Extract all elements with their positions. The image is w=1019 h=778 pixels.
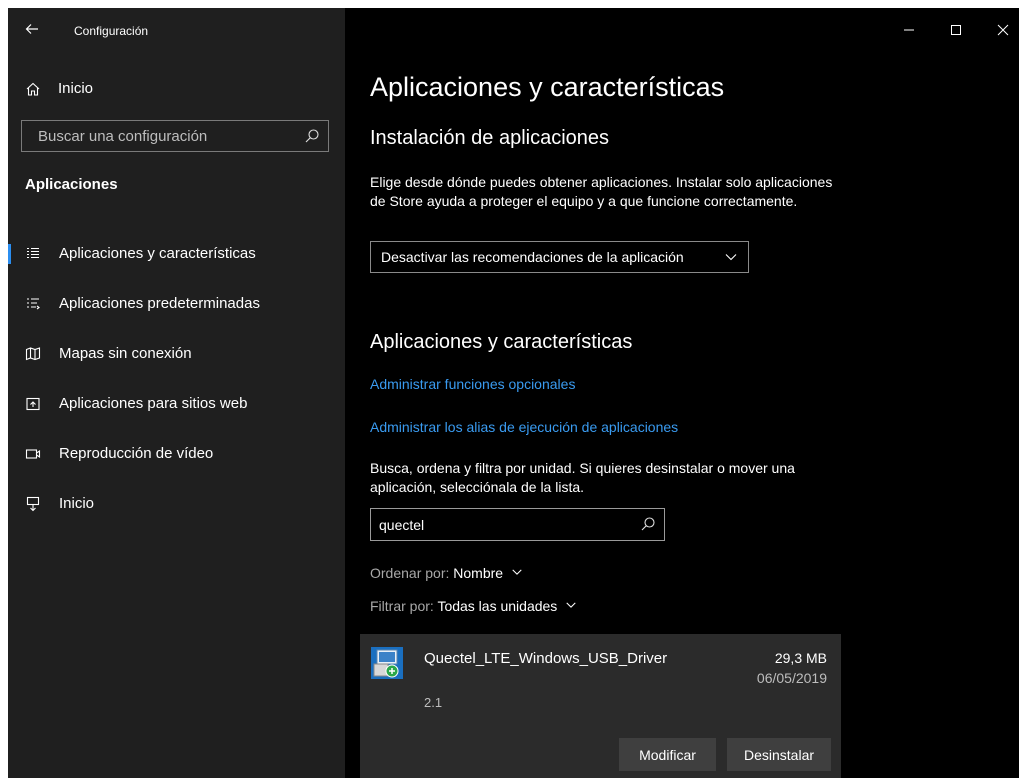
chevron-down-icon [725,254,737,261]
manage-app-alias-link[interactable]: Administrar los alias de ejecución de ap… [370,419,678,435]
manage-optional-features-link[interactable]: Administrar funciones opcionales [370,376,575,392]
apps-section-description: Busca, ordena y filtra por unidad. Si qu… [370,460,795,495]
close-icon [997,24,1009,36]
chevron-down-icon [512,569,522,575]
sidebar-home-label: Inicio [58,80,94,97]
sidebar-item-label: Reproducción de vídeo [59,445,214,462]
app-version: 2.1 [424,695,443,710]
sidebar-item-label: Aplicaciones predeterminadas [59,295,260,312]
filter-by-selector[interactable]: Filtrar por: Todas las unidades [370,598,577,614]
arrow-left-icon [25,24,38,34]
back-button[interactable] [25,22,39,40]
sidebar-section-heading: Aplicaciones [25,176,118,193]
app-search [370,508,665,541]
sort-value: Nombre [453,565,504,581]
sidebar-item-label: Inicio [59,495,95,512]
dropdown-value: Desactivar las recomendaciones de la apl… [381,249,684,265]
web-apps-icon [26,397,40,411]
selection-indicator [8,244,11,264]
sort-by-selector[interactable]: Ordenar por: Nombre [370,565,523,581]
close-button[interactable] [993,20,1013,40]
minimize-button[interactable] [899,20,919,40]
sidebar-item-label: Mapas sin conexión [59,345,192,362]
filter-label: Filtrar por: [370,598,434,614]
modify-button[interactable]: Modificar [619,738,716,771]
default-apps-icon [27,298,40,310]
sidebar-item-startup[interactable]: Inicio [8,487,345,521]
apps-section-heading: Aplicaciones y características [370,331,633,353]
install-source-dropdown[interactable]: Desactivar las recomendaciones de la apl… [370,241,749,273]
sort-label: Ordenar por: [370,565,450,581]
startup-icon [26,496,40,512]
app-size: 29,3 MB [774,650,827,666]
app-list-item[interactable]: Quectel_LTE_Windows_USB_Driver 29,3 MB 0… [360,634,841,778]
home-icon [26,82,40,96]
main-content: Aplicaciones y características Instalaci… [345,8,1019,778]
settings-search-input[interactable] [22,121,292,151]
chevron-down-icon [566,602,576,608]
installer-icon [371,647,403,679]
filter-value: Todas las unidades [437,598,558,614]
window-title: Configuración [74,24,149,38]
search-icon[interactable] [304,128,320,144]
sidebar-item-video-playback[interactable]: Reproducción de vídeo [8,437,345,471]
video-icon [25,449,41,459]
sidebar-item-label: Aplicaciones y características [59,245,256,262]
install-heading: Instalación de aplicaciones [370,127,610,149]
sidebar-item-apps-features[interactable]: Aplicaciones y características [8,237,345,271]
app-name: Quectel_LTE_Windows_USB_Driver [424,650,668,667]
uninstall-button[interactable]: Desinstalar [727,738,831,771]
settings-search [21,120,329,152]
sidebar-home[interactable]: Inicio [25,78,93,100]
maximize-icon [951,25,961,35]
maximize-button[interactable] [946,20,966,40]
settings-window: Configuración Inicio Aplicaciones Aplica… [8,8,1019,778]
sidebar: Configuración Inicio Aplicaciones Aplica… [8,8,345,778]
app-install-date: 06/05/2019 [756,670,827,686]
install-description: Elige desde dónde puedes obtener aplicac… [370,174,833,209]
sidebar-item-label: Aplicaciones para sitios web [59,395,248,412]
search-icon[interactable] [640,516,656,532]
sidebar-item-web-apps[interactable]: Aplicaciones para sitios web [8,387,345,421]
page-title: Aplicaciones y características [370,72,725,102]
offline-map-icon [25,347,41,361]
sidebar-item-offline-maps[interactable]: Mapas sin conexión [8,337,345,371]
minimize-icon [904,29,914,31]
apps-list-icon [27,247,39,259]
app-search-input[interactable] [371,509,631,540]
sidebar-item-default-apps[interactable]: Aplicaciones predeterminadas [8,287,345,321]
